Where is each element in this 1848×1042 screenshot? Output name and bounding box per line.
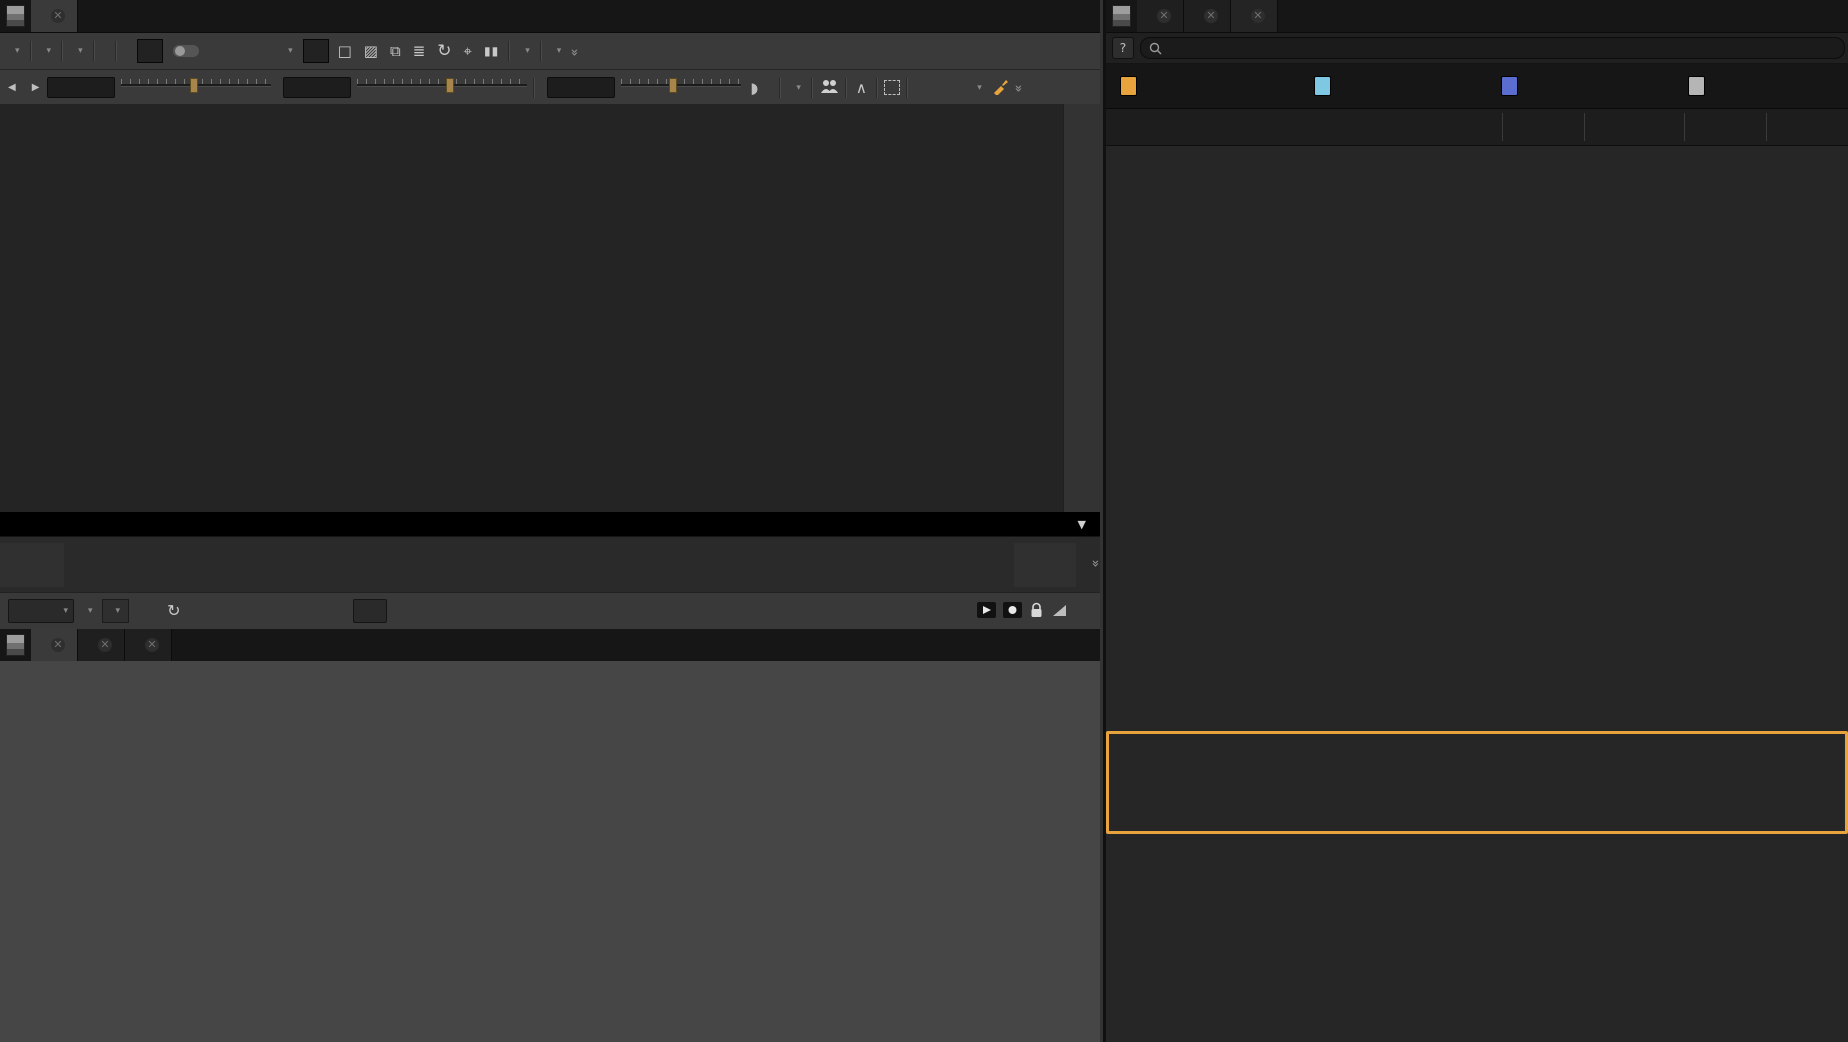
close-icon[interactable]: ✕ xyxy=(51,638,65,652)
close-icon[interactable]: ✕ xyxy=(145,638,159,652)
legend-instance xyxy=(1314,76,1339,96)
occlusion-people-icon[interactable] xyxy=(819,78,839,97)
overlay-compare-icon[interactable]: ⧉ xyxy=(387,40,404,62)
crop-square-icon[interactable]: □ xyxy=(335,40,355,62)
projection-3d-dropdown[interactable]: ▾ xyxy=(914,81,986,95)
display-channel-dropdown[interactable]: ▾ xyxy=(69,44,87,58)
roi-target-icon[interactable]: ⌖ xyxy=(461,40,475,62)
transport-bar: ▾ ▾ ▾ ↻ xyxy=(0,592,1100,629)
close-icon[interactable]: ✕ xyxy=(1157,9,1171,23)
headlight-icon[interactable]: ◗ xyxy=(747,77,761,99)
gamma-field[interactable] xyxy=(283,77,351,98)
search-input[interactable] xyxy=(1140,37,1845,59)
wipe-b-group xyxy=(303,39,329,63)
saturation-slider[interactable] xyxy=(621,75,741,101)
wipe-mode-dropdown[interactable]: ▾ xyxy=(209,44,297,58)
refresh-icon[interactable]: ↻ xyxy=(434,40,454,62)
node-graph-svg xyxy=(0,661,1100,1042)
lut-curve-icon[interactable]: ∧ xyxy=(853,77,870,99)
ramp-icon[interactable] xyxy=(1051,602,1069,621)
viewer-status-bar: ▼ xyxy=(0,512,1100,536)
saturation-field[interactable] xyxy=(547,77,615,98)
ruler-overflow-icon[interactable]: » xyxy=(1088,560,1103,566)
properties-tabbar: ✕ ✕ ✕ xyxy=(1106,0,1848,33)
layer-dropdown[interactable]: ▾ xyxy=(38,44,56,58)
scene-graph-header xyxy=(1106,109,1848,146)
wipe-toggle[interactable] xyxy=(173,45,199,57)
viewer-tabbar: ✕ xyxy=(0,0,1100,33)
timeline-ruler[interactable]: » xyxy=(0,536,1100,593)
close-icon[interactable]: ✕ xyxy=(51,9,65,23)
nuke-window: ✕ ▾ ▾ ▾ ▾ □ ▨ ⧉ ≣ xyxy=(0,0,1848,1042)
tab-properties[interactable]: ✕ xyxy=(1137,0,1184,32)
a-buffer-badge xyxy=(140,50,148,52)
pause-icon[interactable]: ▮▮ xyxy=(481,40,502,62)
pane-layout-icon[interactable] xyxy=(6,634,25,656)
scene-graph-search-row: ? xyxy=(1106,33,1848,64)
channels-dropdown[interactable]: ▾ xyxy=(6,44,24,58)
viewer-preset-dropdown[interactable]: ▾ xyxy=(787,81,805,95)
lock-range-icon[interactable] xyxy=(1029,602,1044,621)
eyedropper-icon[interactable] xyxy=(992,78,1009,98)
gain-slider[interactable] xyxy=(121,75,271,101)
tf-dropdown[interactable]: ▾ xyxy=(79,604,97,618)
range-mode-dropdown[interactable]: ▾ xyxy=(102,599,130,623)
toolbar-overflow-icon[interactable]: » xyxy=(567,48,582,54)
legend-prototype xyxy=(1501,76,1526,96)
dag-tabbar: ✕ ✕ ✕ xyxy=(0,629,1100,662)
b-buffer-badge xyxy=(306,50,314,52)
scene-graph-tree xyxy=(1106,146,1848,836)
proxy-stripes-icon[interactable]: ▨ xyxy=(361,40,381,62)
tab-dope-sheet[interactable]: ✕ xyxy=(125,629,172,661)
flipbook-play-icon[interactable] xyxy=(977,602,996,621)
tab-background-renders[interactable]: ✕ xyxy=(1184,0,1231,32)
legend-normal xyxy=(1688,76,1713,96)
frame-increment-field[interactable] xyxy=(353,599,387,623)
tab-scene-graph[interactable]: ✕ xyxy=(1231,0,1278,32)
scene-graph-pane: ✕ ✕ ✕ ? xyxy=(1103,0,1848,1042)
status-menu-triangle-icon[interactable]: ▼ xyxy=(1078,518,1086,531)
viewport-canvas xyxy=(0,104,1063,512)
node-graph-canvas[interactable] xyxy=(0,661,1100,1042)
ruler-canvas[interactable] xyxy=(66,537,1012,593)
close-icon[interactable]: ✕ xyxy=(1204,9,1218,23)
srgb-lut-dropdown[interactable] xyxy=(123,49,131,53)
gain-field[interactable] xyxy=(47,77,115,98)
viewer-3d-viewport[interactable] xyxy=(0,104,1063,512)
help-button[interactable]: ? xyxy=(1112,37,1134,59)
loop-mode-icon[interactable]: ↻ xyxy=(164,600,183,622)
zoom-level-dropdown[interactable]: ▾ xyxy=(516,44,534,58)
gamma-slider[interactable] xyxy=(357,75,527,101)
close-icon[interactable]: ✕ xyxy=(1251,9,1265,23)
render-record-icon[interactable] xyxy=(1003,602,1022,621)
wipe-a-group xyxy=(137,39,163,63)
scene-graph-legend xyxy=(1106,64,1848,109)
marquee-dashed-icon[interactable] xyxy=(884,80,900,95)
viewport-side-toolbar xyxy=(1063,104,1101,512)
tab-curve-editor[interactable]: ✕ xyxy=(78,629,125,661)
pixel-aspect-dropdown[interactable]: ▾ xyxy=(548,44,566,58)
viewer-toolbar-top: ▾ ▾ ▾ ▾ □ ▨ ⧉ ≣ ↻ ⌖ ▮▮ xyxy=(0,33,1100,70)
legend-has-arc xyxy=(1120,76,1145,96)
fstop-decrease-icon[interactable]: ◀ xyxy=(6,82,18,93)
viewer-toolbar-gain: ◀ ▶ xyxy=(0,70,1100,106)
range-end-box[interactable] xyxy=(1014,543,1076,587)
search-icon xyxy=(1149,42,1162,55)
range-start-box[interactable] xyxy=(0,543,64,587)
fps-dropdown[interactable]: ▾ xyxy=(8,599,74,623)
toolbar2-overflow-icon[interactable]: » xyxy=(1010,85,1025,91)
pane-layout-icon[interactable] xyxy=(1112,5,1131,27)
pane-layout-icon[interactable] xyxy=(6,5,25,27)
jump-forward-button[interactable] xyxy=(391,599,423,623)
stack-lines-icon[interactable]: ≣ xyxy=(410,40,429,62)
tab-node-graph[interactable]: ✕ xyxy=(31,629,78,661)
fstop-increase-icon[interactable]: ▶ xyxy=(30,82,42,93)
close-icon[interactable]: ✕ xyxy=(98,638,112,652)
viewer-pane: ✕ ▾ ▾ ▾ ▾ □ ▨ ⧉ ≣ xyxy=(0,0,1100,1042)
tab-viewer1[interactable]: ✕ xyxy=(31,0,78,32)
input-process-button[interactable] xyxy=(101,49,109,53)
jump-back-button[interactable] xyxy=(317,599,349,623)
